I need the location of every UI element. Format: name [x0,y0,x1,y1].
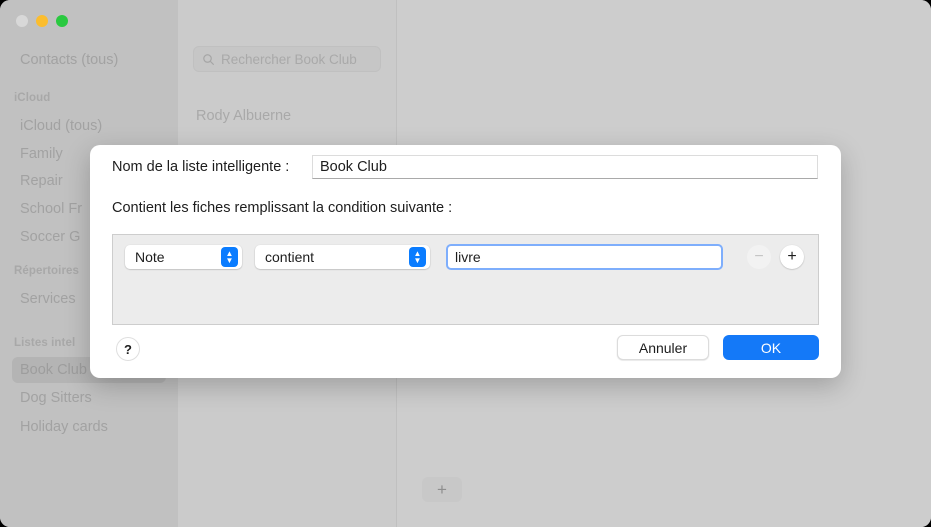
cancel-button[interactable]: Annuler [617,335,709,360]
contacts-app-window: Contacts (tous) iCloud iCloud (tous) Fam… [0,0,931,527]
minimize-window-button[interactable] [36,15,48,27]
sidebar-item-label: Dog Sitters [20,390,92,406]
question-mark-icon: ? [124,342,132,357]
help-button[interactable]: ? [116,337,140,361]
search-icon [202,53,215,66]
sidebar-item-dog-sitters[interactable]: Dog Sitters [12,385,166,411]
sidebar-item-icloud-all[interactable]: iCloud (tous) [12,113,166,139]
sidebar-item-label: Services [20,291,76,307]
sidebar-header-icloud: iCloud [14,92,50,104]
window-controls [16,15,68,27]
sidebar-item-label: Soccer G [20,229,80,245]
condition-operator-select[interactable]: contient ▲▼ [255,245,430,269]
ok-button[interactable]: OK [723,335,819,360]
chevron-updown-icon: ▲▼ [409,247,426,267]
condition-value-input[interactable]: livre [446,244,723,270]
smart-list-name-label: Nom de la liste intelligente : [112,159,289,175]
close-window-button[interactable] [16,15,28,27]
plus-icon: + [787,249,796,265]
condition-row: Note ▲▼ contient ▲▼ livre − [125,245,804,269]
maximize-window-button[interactable] [56,15,68,27]
smart-list-name-value: Book Club [320,159,387,175]
chevron-updown-icon: ▲▼ [221,247,238,267]
search-input[interactable]: Rechercher Book Club [193,46,381,72]
cancel-button-label: Annuler [639,340,687,356]
remove-condition-button[interactable]: − [747,245,771,269]
ok-button-label: OK [761,340,781,356]
sidebar-item-label: School Fr [20,201,82,217]
search-placeholder: Rechercher Book Club [221,52,357,67]
sidebar-item-label: Family [20,146,63,162]
smart-list-name-input[interactable]: Book Club [312,155,818,179]
plus-icon: + [437,481,447,498]
sidebar-item-holiday-cards[interactable]: Holiday cards [12,414,166,440]
sidebar-item-label: Repair [20,173,63,189]
sidebar-item-label: Contacts (tous) [20,52,118,68]
list-item[interactable]: Rody Albuerne [196,108,291,124]
condition-value-text: livre [455,249,481,265]
sidebar-item-all-contacts[interactable]: Contacts (tous) [12,47,166,73]
add-condition-button[interactable]: + [780,245,804,269]
smart-list-dialog: Nom de la liste intelligente : Book Club… [90,145,841,378]
add-contact-button[interactable]: + [422,477,462,502]
smart-list-condition-subtitle: Contient les fiches remplissant la condi… [112,200,452,216]
sidebar-item-label: Holiday cards [20,419,108,435]
contact-name: Rody Albuerne [196,108,291,124]
condition-field-select[interactable]: Note ▲▼ [125,245,242,269]
condition-operator-value: contient [265,249,314,265]
sidebar-item-label: Book Club [20,362,87,378]
conditions-container: Note ▲▼ contient ▲▼ livre − [112,234,819,325]
sidebar-header-smart-lists: Listes intel [14,337,75,349]
condition-field-value: Note [135,249,165,265]
sidebar-header-directories: Répertoires [14,265,79,277]
minus-icon: − [754,249,763,265]
sidebar-item-label: iCloud (tous) [20,118,102,134]
